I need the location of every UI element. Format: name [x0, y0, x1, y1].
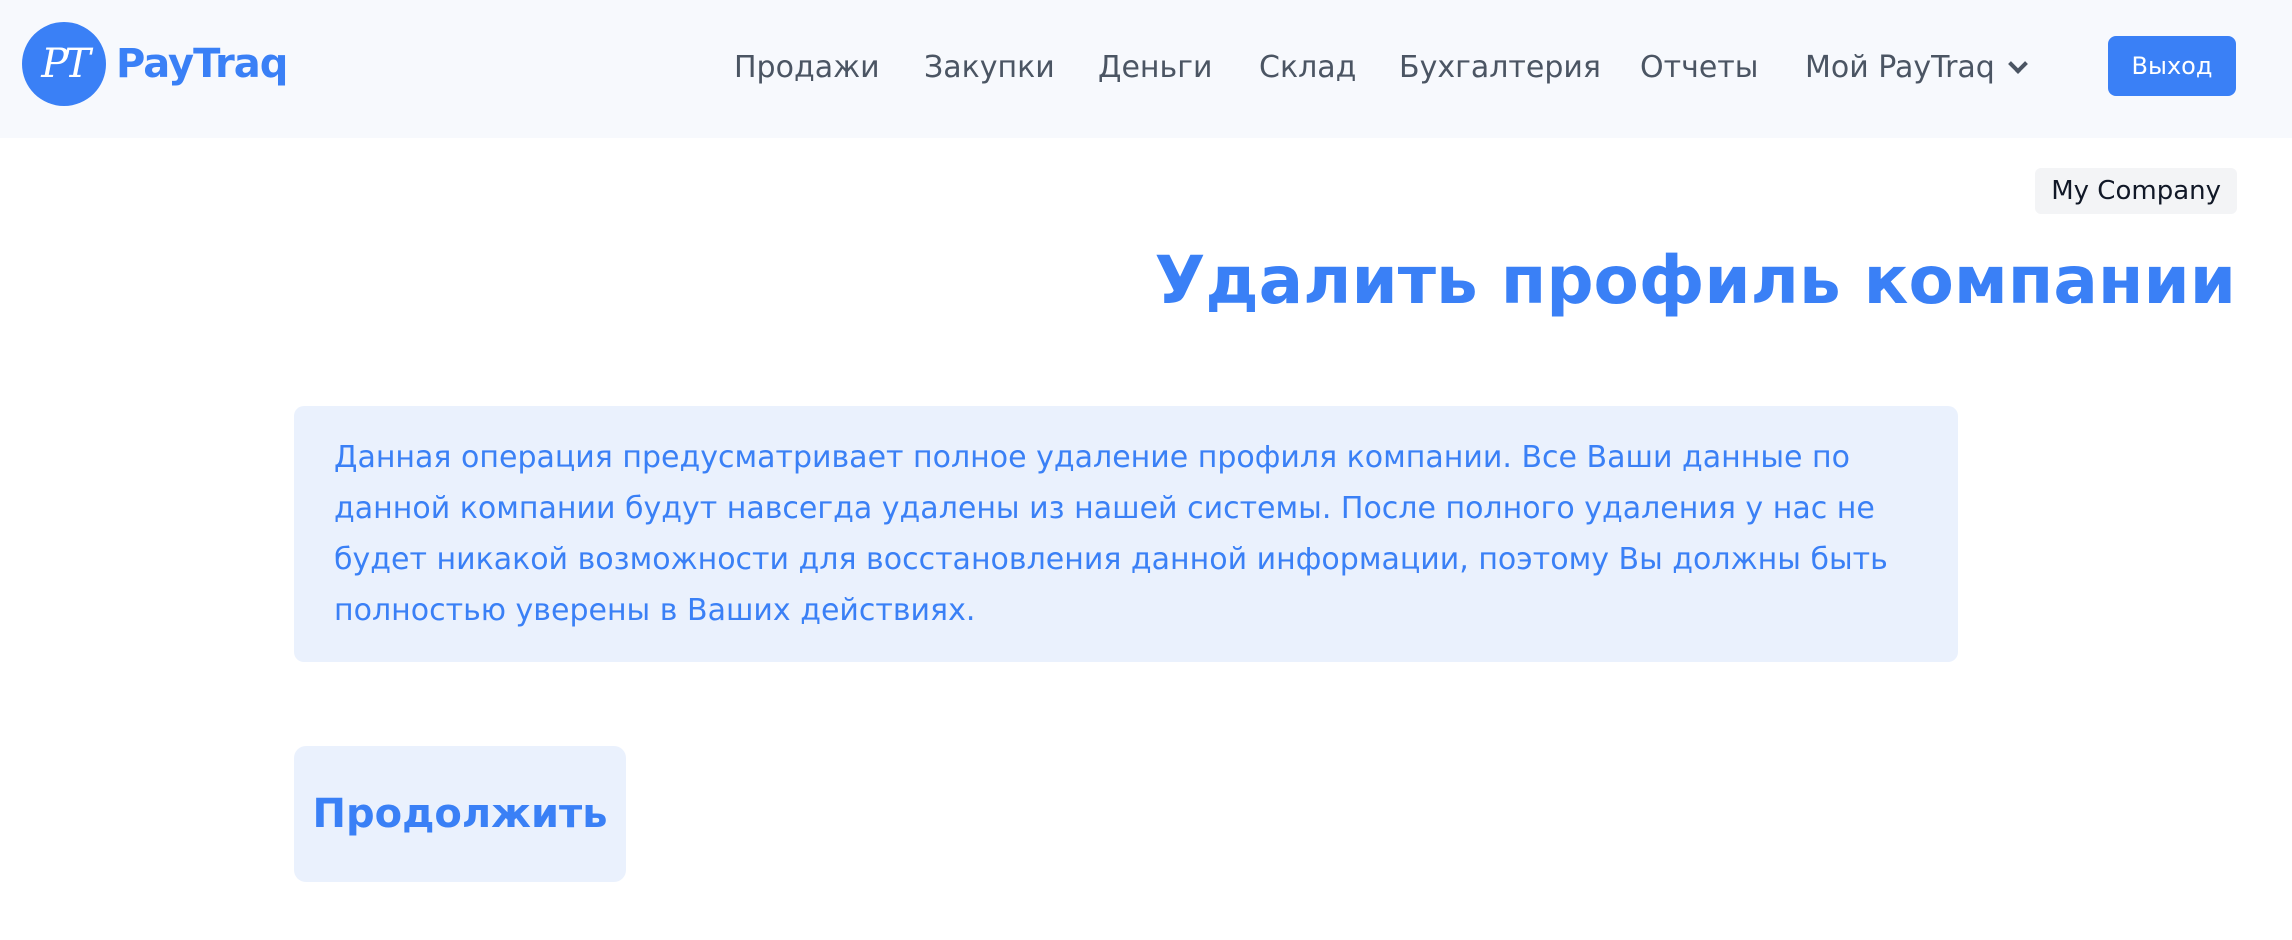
logo-link[interactable]: PT PayTraq — [22, 22, 288, 106]
top-navbar: PT PayTraq Продажи Закупки Деньги Склад … — [0, 0, 2292, 138]
page: PT PayTraq Продажи Закупки Деньги Склад … — [0, 0, 2292, 940]
logo-text: PayTraq — [116, 41, 288, 87]
nav-item-money[interactable]: Деньги — [1098, 50, 1212, 85]
nav-item-my-paytraq[interactable]: Мой PayTraq — [1805, 49, 2028, 85]
paytraq-logo-icon: PT — [22, 22, 106, 106]
nav-item-warehouse[interactable]: Склад — [1259, 50, 1356, 85]
page-title: Удалить профиль компании — [1154, 242, 2236, 319]
nav-item-reports[interactable]: Отчеты — [1640, 50, 1758, 85]
nav-item-sales[interactable]: Продажи — [734, 50, 880, 85]
nav-item-accounting[interactable]: Бухгалтерия — [1399, 50, 1601, 85]
continue-button[interactable]: Продолжить — [294, 746, 626, 882]
warning-message: Данная операция предусматривает полное у… — [294, 406, 1958, 662]
logout-button[interactable]: Выход — [2108, 36, 2236, 96]
nav-item-purchases[interactable]: Закупки — [924, 50, 1055, 85]
nav-item-my-paytraq-label: Мой PayTraq — [1805, 49, 1995, 85]
chevron-down-icon — [2007, 54, 2028, 74]
company-badge: My Company — [2035, 168, 2237, 214]
